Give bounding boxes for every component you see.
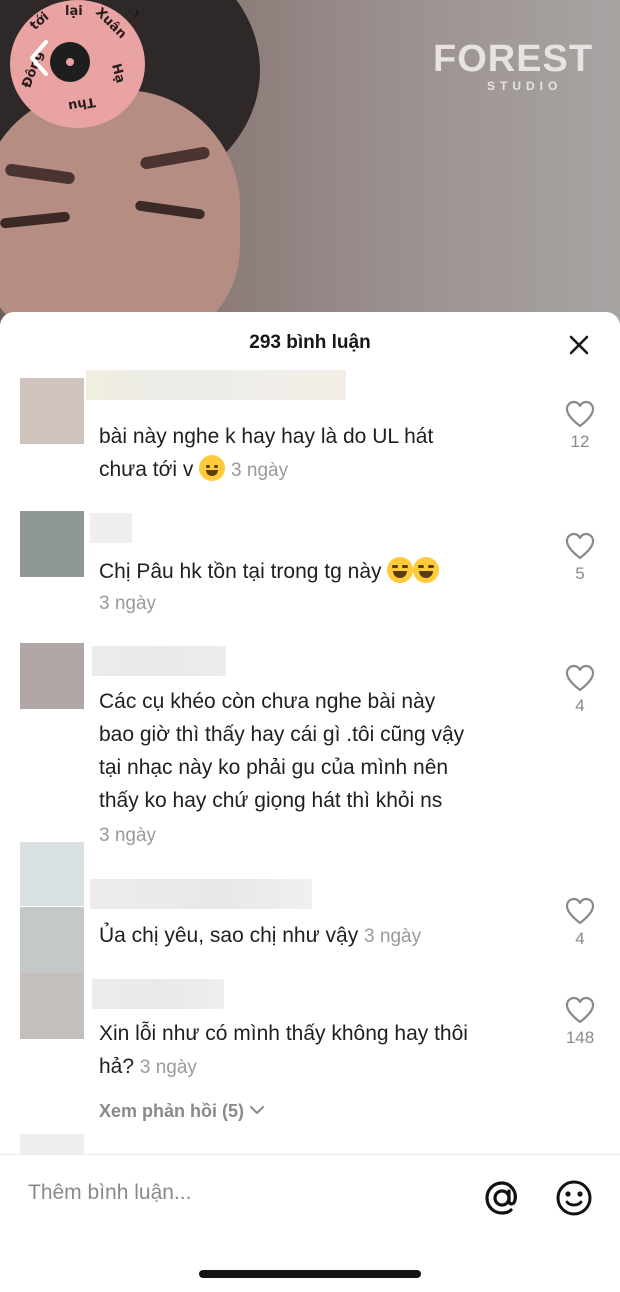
heart-icon [565, 532, 595, 560]
like-button[interactable]: 4 [562, 897, 598, 949]
username-redacted[interactable] [90, 513, 132, 543]
comment-text[interactable]: Chị Pâu hk tồn tại trong tg này [99, 555, 539, 588]
comment-line: bài này nghe k hay hay là do UL hát [99, 425, 434, 448]
brand-logo: FOREST [433, 38, 594, 80]
comment-line: Xin lỗi như có mình thấy không hay thôi [99, 1022, 468, 1045]
video-person-face [0, 90, 240, 330]
like-count: 4 [575, 696, 585, 715]
username-redacted[interactable] [92, 979, 224, 1009]
comment-line: chưa tới v [99, 458, 194, 481]
comment-line: Ủa chị yêu, sao chị như vậy [99, 924, 359, 947]
close-icon[interactable] [568, 334, 590, 356]
heart-icon [565, 664, 595, 692]
view-replies-label: Xem phản hồi (5) [99, 1101, 245, 1121]
comment-date: 3 ngày [139, 1057, 197, 1078]
comment-text[interactable]: Ủa chị yêu, sao chị như vậy 3 ngày [99, 919, 539, 953]
comment-text[interactable]: bài này nghe k hay hay là do UL hát chưa… [99, 420, 539, 487]
avatar[interactable] [20, 643, 84, 709]
video-background: Đông tới lại Xuân Hạ Thu ♪ FOREST STUDIO [0, 0, 620, 330]
smile-icon[interactable] [555, 1179, 593, 1217]
badge-word: Thu [66, 93, 97, 114]
avatar [20, 842, 84, 906]
avatar [20, 1134, 84, 1154]
like-count: 4 [575, 929, 585, 948]
like-count: 148 [565, 1028, 595, 1047]
comment-line: thấy ko hay chứ giọng hát thì khỏi ns [99, 789, 443, 812]
avatar[interactable] [20, 973, 84, 1039]
at-icon[interactable] [483, 1179, 521, 1217]
heart-icon [565, 897, 595, 925]
comment-text[interactable]: Xin lỗi như có mình thấy không hay thôi … [99, 1017, 539, 1084]
home-indicator[interactable] [199, 1270, 421, 1278]
comment-text[interactable]: Các cụ khéo còn chưa nghe bài này bao gi… [99, 685, 539, 817]
comment-input-bar: Thêm bình luận... [0, 1154, 620, 1292]
avatar[interactable] [20, 511, 84, 577]
like-button[interactable]: 4 [562, 664, 598, 716]
chevron-left-icon[interactable] [24, 38, 54, 78]
username-redacted[interactable] [92, 646, 226, 676]
comment-input[interactable]: Thêm bình luận... [28, 1181, 191, 1205]
comment-line: Các cụ khéo còn chưa nghe bài này [99, 690, 436, 713]
heart-icon [565, 400, 595, 428]
chevron-down-icon [250, 1106, 265, 1114]
badge-word: Hạ [108, 62, 128, 85]
comment-date: 3 ngày [231, 460, 289, 481]
comment-date: 3 ngày [364, 926, 422, 947]
like-count: 12 [570, 432, 590, 451]
laugh-tears-emoji-icon [387, 557, 414, 583]
comment-date: 3 ngày [99, 825, 157, 846]
comment-line: bao giờ thì thấy hay cái gì .tôi cũng vậ… [99, 723, 465, 746]
brand-logo-sub: STUDIO [487, 79, 563, 93]
heart-icon [565, 996, 595, 1024]
comment-line: Chị Pâu hk tồn tại trong tg này [99, 560, 382, 583]
badge-word: lại [65, 4, 83, 19]
avatar[interactable] [20, 378, 84, 444]
laugh-tears-emoji-icon [413, 557, 440, 583]
like-count: 5 [575, 564, 585, 583]
comments-count-title: 293 bình luận [249, 332, 371, 353]
like-button[interactable]: 148 [562, 996, 598, 1048]
comment-line: hả? [99, 1055, 135, 1078]
like-button[interactable]: 5 [562, 532, 598, 584]
sweat-smile-emoji-icon [199, 455, 226, 481]
vinyl-disc-icon [50, 42, 90, 82]
username-redacted[interactable] [86, 370, 346, 400]
like-button[interactable]: 12 [562, 400, 598, 452]
username-redacted[interactable] [90, 879, 312, 909]
comments-sheet: 293 bình luận bài này nghe k hay hay là … [0, 312, 620, 1292]
comment-date: 3 ngày [99, 593, 157, 614]
avatar[interactable] [20, 907, 84, 973]
music-note-icon: ♪ [133, 4, 140, 20]
comment-line: tại nhạc này ko phải gu của mình nên [99, 756, 449, 779]
view-replies-button[interactable]: Xem phản hồi (5) [99, 1101, 265, 1122]
